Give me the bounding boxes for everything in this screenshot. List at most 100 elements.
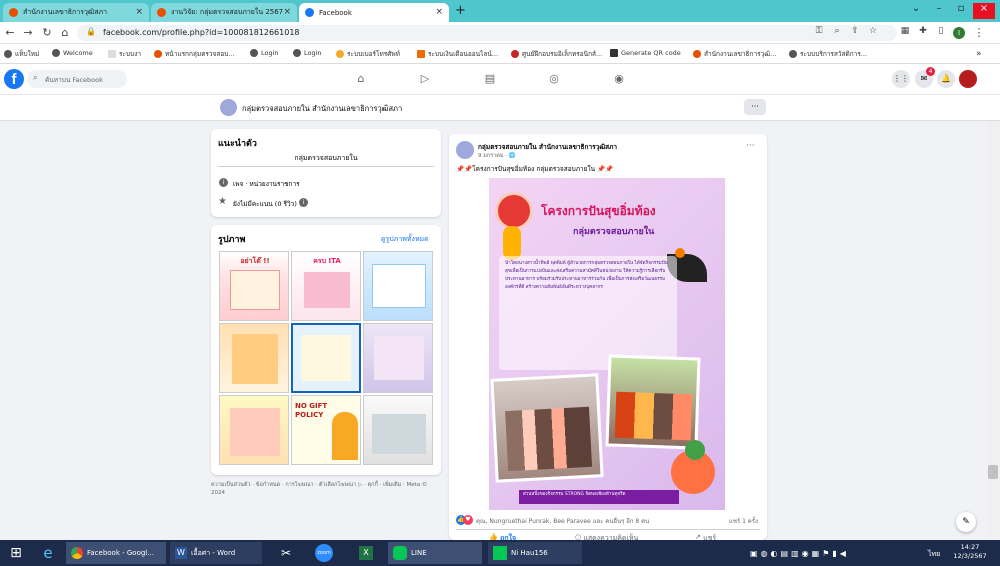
- photo-thumbnail[interactable]: [363, 251, 433, 321]
- taskbar-line[interactable]: LINE: [388, 542, 482, 564]
- close-tab-icon[interactable]: ×: [435, 7, 443, 17]
- clock[interactable]: 14:27 12/3/2567: [950, 543, 990, 561]
- internet-explorer-icon[interactable]: e: [33, 542, 63, 564]
- bookmark-item[interactable]: ระบบงา: [108, 49, 141, 59]
- site-favicon-icon: [157, 8, 166, 17]
- post-time[interactable]: 9 มกราคม · 🌐: [478, 152, 516, 160]
- back-icon[interactable]: ←: [3, 26, 17, 39]
- page-scrollbar[interactable]: [986, 121, 1000, 540]
- menu-grid-icon[interactable]: ⋮⋮: [892, 70, 910, 88]
- share-count[interactable]: แชร์ 1 ครั้ง: [729, 516, 758, 526]
- notifications-bell-icon[interactable]: 🔔: [937, 70, 955, 88]
- taskbar-chrome[interactable]: Facebook - Googl...: [66, 542, 166, 564]
- puzzle-icon[interactable]: ✚: [916, 26, 930, 36]
- input-language[interactable]: ไทย: [928, 549, 940, 560]
- home-icon[interactable]: ⌂: [58, 26, 72, 39]
- extension-icon[interactable]: ▦: [898, 26, 912, 36]
- bookmark-item[interactable]: Login: [250, 49, 279, 57]
- scrollbar-thumb[interactable]: [988, 465, 998, 479]
- bookmark-label: Welcome: [63, 49, 93, 57]
- browser-tab[interactable]: งานวิจัย: กลุ่มตรวจสอบภายใน 2567 ×: [151, 3, 297, 22]
- bookmark-item[interactable]: Generate QR code: [610, 49, 681, 57]
- post-author[interactable]: กลุ่มตรวจสอบภายใน สำนักงานเลขาธิการวุฒิส…: [478, 142, 617, 152]
- menu-kebab-icon[interactable]: ⋮: [972, 26, 986, 39]
- close-tab-icon[interactable]: ×: [135, 7, 143, 17]
- bookmark-item[interactable]: ศูนย์ฝึกอบรมอิเล็กทรอนิกส์...: [511, 49, 602, 59]
- photo-thumbnail[interactable]: [219, 395, 289, 465]
- tray-icon: ▦: [811, 548, 820, 558]
- home-nav-icon[interactable]: ⌂: [353, 72, 369, 85]
- browser-tab[interactable]: สำนักงานเลขาธิการวุฒิสภา ×: [3, 3, 149, 22]
- photo-thumbnail[interactable]: [219, 323, 289, 393]
- marketplace-nav-icon[interactable]: ▤: [482, 72, 498, 85]
- facebook-search-input[interactable]: ⌕ ค้นหาบน Facebook: [27, 70, 127, 88]
- bookmark-item[interactable]: ระบบบริการสวัสดิการ...: [789, 49, 867, 59]
- post-options-icon[interactable]: ···: [746, 141, 755, 151]
- bookmark-item[interactable]: สำนักงานเลขาธิการวุฒิ...: [693, 49, 776, 59]
- photo-thumbnail[interactable]: [291, 323, 361, 393]
- excel-icon[interactable]: X: [352, 542, 380, 564]
- gaming-nav-icon[interactable]: ◉: [611, 72, 627, 85]
- zoom-icon[interactable]: ⌕: [830, 26, 844, 36]
- facebook-logo-icon[interactable]: f: [4, 69, 24, 89]
- sidepanel-icon[interactable]: ▯: [934, 26, 948, 36]
- photo-thumbnail[interactable]: อย่าโต๊ !!: [219, 251, 289, 321]
- address-bar[interactable]: 🔒 facebook.com/profile.php?id=1000818126…: [77, 25, 897, 41]
- taskbar-label: LINE: [411, 549, 427, 557]
- profile-avatar[interactable]: I: [953, 27, 965, 39]
- bookmark-item[interactable]: Welcome: [52, 49, 93, 57]
- author-avatar[interactable]: [456, 141, 474, 159]
- system-tray[interactable]: ▣ ◍ ◐ ▤ ▥ ◉ ▦ ⚑ ▮ ◀: [745, 542, 895, 564]
- reaction-names[interactable]: คุณ, Nungruethai Punrak, Bee Paravee และ…: [476, 516, 649, 526]
- taskbar-word[interactable]: W เอื้อศา - Word: [170, 542, 262, 564]
- bookmark-label: ระบบเบอร์โทรศัพท์: [347, 50, 400, 58]
- poster-title: โครงการปันสุขอิ่มท้อง: [541, 204, 656, 218]
- more-options-button[interactable]: ···: [744, 99, 766, 115]
- groups-nav-icon[interactable]: ◎: [546, 72, 562, 85]
- footer-links[interactable]: ความเป็นส่วนตัว · ข้อกำหนด · การโฆษณา · …: [211, 481, 441, 497]
- thumbnail-content: [372, 264, 426, 308]
- page-icon: [108, 50, 116, 58]
- video-nav-icon[interactable]: ▷: [417, 72, 433, 85]
- site-favicon-icon: [154, 50, 162, 58]
- new-message-button[interactable]: ✎: [956, 512, 976, 532]
- zoom-app-icon[interactable]: zoom: [310, 542, 338, 564]
- photo-thumbnail[interactable]: [363, 395, 433, 465]
- post-card: กลุ่มตรวจสอบภายใน สำนักงานเลขาธิการวุฒิส…: [449, 134, 767, 542]
- forward-icon[interactable]: →: [21, 26, 35, 39]
- more-bookmarks-icon[interactable]: »: [976, 49, 982, 59]
- share-icon[interactable]: ⇪: [848, 26, 862, 36]
- profile-avatar[interactable]: [959, 70, 977, 88]
- bookmark-star-icon[interactable]: ☆: [866, 26, 880, 36]
- taskbar-contact[interactable]: Ni Hau156: [488, 542, 582, 564]
- minimize-button[interactable]: –: [928, 3, 950, 19]
- photos-title: รูปภาพ: [218, 235, 246, 245]
- page-rating: ยังไม่มีคะแนน (0 รีวิว): [233, 200, 297, 208]
- post-image[interactable]: โครงการปันสุขอิ่มท้อง กลุ่มตรวจสอบภายใน …: [489, 178, 725, 510]
- globe-icon: [789, 50, 797, 58]
- photo-thumbnail[interactable]: ครบ ITA: [291, 251, 361, 321]
- page-avatar[interactable]: [220, 99, 237, 116]
- photo-thumbnail[interactable]: NO GIFT POLICY: [291, 395, 361, 465]
- see-all-photos-link[interactable]: ดูรูปภาพทั้งหมด: [381, 234, 429, 245]
- tab-search-icon[interactable]: ⌄: [905, 3, 927, 19]
- windows-start-icon[interactable]: ⊞: [0, 542, 32, 564]
- page-name[interactable]: กลุ่มตรวจสอบภายใน สำนักงานเลขาธิการวุฒิส…: [242, 103, 402, 115]
- close-tab-icon[interactable]: ×: [283, 7, 291, 17]
- new-tab-button[interactable]: +: [455, 3, 466, 18]
- browser-tab-active[interactable]: Facebook ×: [299, 3, 449, 22]
- bookmark-item[interactable]: Login: [293, 49, 322, 57]
- bookmark-item[interactable]: แท็บใหม่: [4, 49, 39, 59]
- key-icon[interactable]: ⚿: [812, 26, 826, 36]
- photo-thumbnail[interactable]: [363, 323, 433, 393]
- thumbnail-caption: อย่าโต๊ !!: [240, 257, 270, 265]
- maximize-button[interactable]: ▫: [950, 3, 972, 19]
- close-window-button[interactable]: ×: [973, 3, 995, 19]
- reload-icon[interactable]: ↻: [40, 26, 54, 39]
- rating-info-icon[interactable]: i: [299, 198, 308, 207]
- taskbar-label: เอื้อศา - Word: [191, 548, 236, 557]
- bookmark-item[interactable]: ระบบเบอร์โทรศัพท์: [336, 49, 400, 59]
- snipping-tool-icon[interactable]: ✂: [272, 542, 300, 564]
- bookmark-item[interactable]: หน้าแรกกลุ่มตรวจสอบ...: [154, 49, 235, 59]
- bookmark-item[interactable]: ระบบเงินเดือนออนไลน์...: [417, 49, 498, 59]
